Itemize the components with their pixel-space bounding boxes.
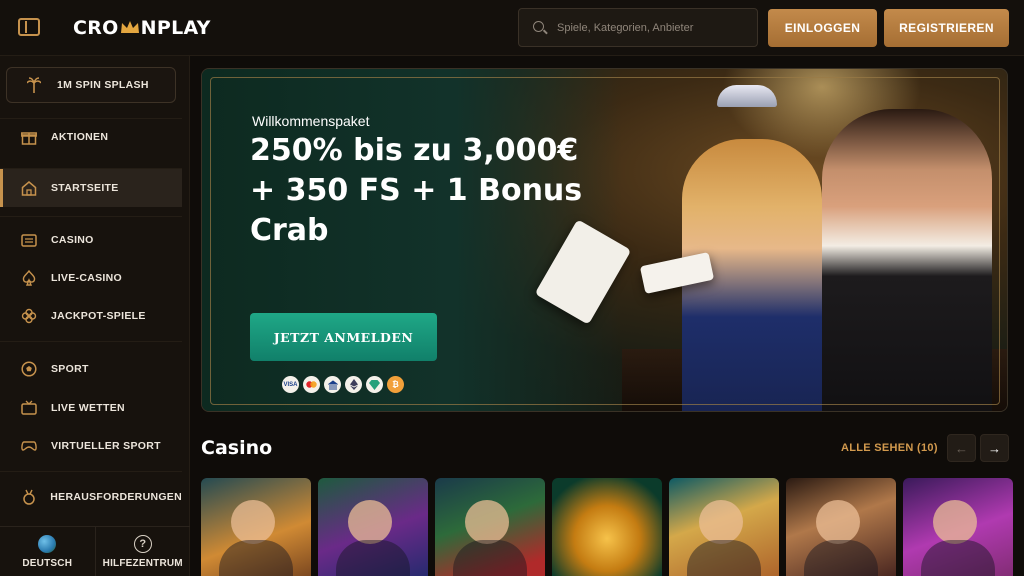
- divider: [0, 216, 182, 217]
- sidebar-item-label: STARTSEITE: [51, 182, 119, 194]
- character-art: [933, 500, 977, 544]
- logo-text-right: NPLAY: [140, 17, 211, 39]
- casino-game-carousel: [201, 478, 1013, 576]
- palm-tree-icon: [27, 77, 41, 93]
- language-selector[interactable]: DEUTSCH: [0, 527, 96, 576]
- crown-icon: [120, 21, 139, 33]
- help-center-link[interactable]: ? HILFEZENTRUM: [96, 527, 191, 576]
- character-art: [816, 500, 860, 544]
- carousel-next-button[interactable]: →: [980, 434, 1009, 462]
- sidebar-toggle-icon[interactable]: [18, 18, 40, 36]
- game-tile-diamond[interactable]: [552, 478, 662, 576]
- logo-text-left: CRO: [73, 17, 119, 39]
- crownplay-logo[interactable]: CRO NPLAY: [73, 17, 211, 39]
- sidebar-item-sport[interactable]: SPORT: [0, 350, 182, 388]
- soccer-ball-icon: [20, 360, 38, 378]
- arrow-right-icon: →: [988, 440, 1001, 456]
- sidebar-item-startseite[interactable]: STARTSEITE: [0, 169, 182, 207]
- sidebar-item-label: HERAUSFORDERUNGEN: [50, 491, 182, 503]
- game-tile-viking[interactable]: [201, 478, 311, 576]
- game-tile-pirates[interactable]: [435, 478, 545, 576]
- gamepad-icon: [20, 437, 38, 455]
- character-art: [348, 500, 392, 544]
- character-art: [687, 540, 761, 576]
- clover-icon: [20, 307, 38, 325]
- register-button[interactable]: REGISTRIEREN: [884, 9, 1009, 47]
- search-box[interactable]: [518, 8, 758, 47]
- slot-machine-icon: [20, 231, 38, 249]
- character-art: [465, 500, 509, 544]
- promo-spin-splash[interactable]: 1M SPIN SPLASH: [6, 67, 176, 103]
- banner-headline: 250% bis zu 3,000€ + 350 FS + 1 Bonus Cr…: [250, 133, 583, 248]
- spade-icon: [20, 269, 38, 287]
- sidebar-item-casino[interactable]: CASINO: [0, 221, 182, 259]
- ethereum-icon: [345, 376, 362, 393]
- carousel-prev-button[interactable]: ←: [947, 434, 976, 462]
- character-art: [921, 540, 995, 576]
- tether-icon: [366, 376, 383, 393]
- sidebar-item-label: LIVE-CASINO: [51, 272, 122, 284]
- sidebar: 1M SPIN SPLASH AKTIONEN STARTSEITE CASIN…: [0, 56, 190, 576]
- game-tile-aztec[interactable]: [669, 478, 779, 576]
- visa-icon: VISA: [282, 376, 299, 393]
- signup-now-button[interactable]: JETZT ANMELDEN: [250, 313, 437, 361]
- welcome-banner[interactable]: Willkommenspaket 250% bis zu 3,000€ + 35…: [201, 68, 1008, 412]
- sidebar-item-jackpot-spiele[interactable]: JACKPOT-SPIELE: [0, 297, 182, 335]
- login-button[interactable]: EINLOGGEN: [768, 9, 877, 47]
- sidebar-item-aktionen[interactable]: AKTIONEN: [0, 118, 182, 156]
- sidebar-item-virtueller-sport[interactable]: VIRTUELLER SPORT: [0, 427, 182, 465]
- medal-icon: [20, 488, 37, 506]
- character-art: [453, 540, 527, 576]
- sidebar-item-label: AKTIONEN: [51, 131, 109, 143]
- promo-label: 1M SPIN SPLASH: [57, 79, 149, 91]
- sidebar-footer: DEUTSCH ? HILFEZENTRUM: [0, 526, 190, 576]
- search-input[interactable]: [557, 9, 752, 46]
- banner-kicker: Willkommenspaket: [252, 113, 370, 129]
- help-icon: ?: [133, 534, 152, 553]
- language-label: DEUTSCH: [22, 557, 73, 569]
- character-art: [231, 500, 275, 544]
- game-tile-magician[interactable]: [318, 478, 428, 576]
- character-art: [336, 540, 410, 576]
- sidebar-item-label: SPORT: [51, 363, 89, 375]
- bitcoin-icon: ₿: [387, 376, 404, 393]
- bank-icon: [324, 376, 341, 393]
- see-all-link[interactable]: ALLE SEHEN (10): [841, 442, 938, 454]
- sidebar-item-label: VIRTUELLER SPORT: [51, 440, 161, 452]
- game-tile-crazy[interactable]: [903, 478, 1013, 576]
- payment-methods: VISA ₿: [282, 376, 404, 393]
- help-label: HILFEZENTRUM: [102, 557, 183, 569]
- character-art: [219, 540, 293, 576]
- casino-section-title: Casino: [201, 437, 273, 459]
- top-header: CRO NPLAY EINLOGGEN REGISTRIEREN: [0, 0, 1024, 56]
- sidebar-item-label: JACKPOT-SPIELE: [51, 310, 146, 322]
- sidebar-item-live-casino[interactable]: LIVE-CASINO: [0, 259, 182, 297]
- character-art: [699, 500, 743, 544]
- search-icon: [533, 21, 544, 32]
- sidebar-item-label: LIVE WETTEN: [51, 402, 125, 414]
- gift-icon: [20, 128, 38, 146]
- game-tile-poker[interactable]: [786, 478, 896, 576]
- live-tv-icon: [20, 399, 38, 417]
- divider: [0, 341, 182, 342]
- sidebar-item-herausforderungen[interactable]: HERAUSFORDERUNGEN: [0, 478, 182, 516]
- sidebar-item-live-wetten[interactable]: LIVE WETTEN: [0, 389, 182, 427]
- globe-icon: [38, 534, 57, 553]
- sidebar-item-label: CASINO: [51, 234, 94, 246]
- divider: [0, 471, 182, 472]
- mastercard-icon: [303, 376, 320, 393]
- home-icon: [20, 179, 38, 197]
- character-art: [804, 540, 878, 576]
- arrow-left-icon: ←: [955, 440, 968, 456]
